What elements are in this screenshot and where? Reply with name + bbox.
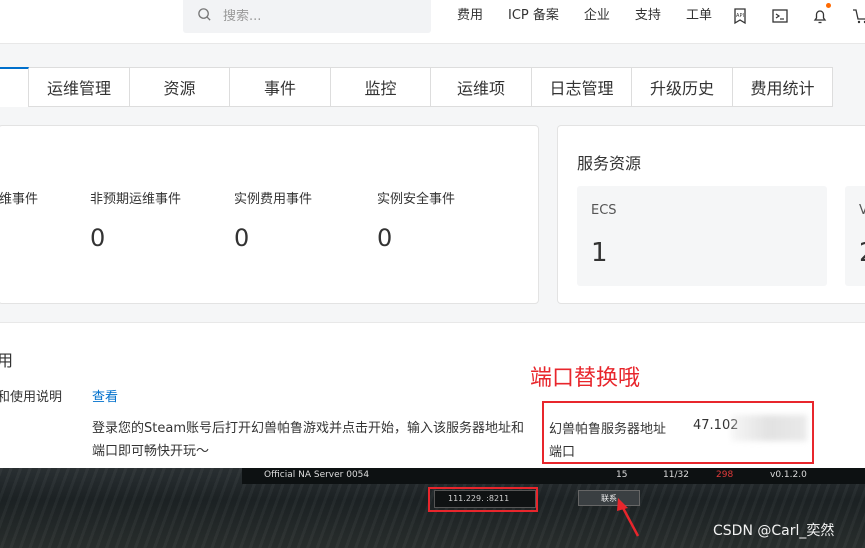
view-link[interactable]: 查看 xyxy=(92,386,118,405)
event-label-ops: 维事件 xyxy=(0,192,39,207)
tab-upgrade-history[interactable]: 升级历史 xyxy=(632,67,733,107)
search-input[interactable] xyxy=(223,9,403,24)
server-red-value: 298 xyxy=(716,470,734,480)
event-value-unexpected[interactable]: 0 xyxy=(90,224,105,252)
tab-cost-stats[interactable]: 费用统计 xyxy=(733,67,833,107)
event-label-cost: 实例费用事件 xyxy=(234,192,313,207)
server-address-label: 幻兽帕鲁服务器地址 xyxy=(549,422,667,437)
game-screenshot: Official NA Server 0054 15 11/32 298 v0.… xyxy=(0,468,865,548)
api-icon[interactable]: API xyxy=(730,6,750,26)
event-label-unexpected: 非预期运维事件 xyxy=(90,192,182,207)
ip-highlight-box xyxy=(428,487,538,512)
resource-ecs-label: ECS xyxy=(591,203,617,218)
bell-icon[interactable] xyxy=(810,3,831,26)
usage-row-label: 和使用说明 xyxy=(0,390,63,405)
redacted-blur xyxy=(731,415,807,441)
nav-support[interactable]: 支持 xyxy=(635,8,661,24)
usage-description: 登录您的Steam账号后打开幻兽帕鲁游戏并点击开始，输入该服务器地址和端口即可畅… xyxy=(92,421,524,459)
server-ping: 15 xyxy=(616,470,628,480)
resource-ecs-box[interactable]: ECS 1 xyxy=(577,186,827,286)
event-value-cost[interactable]: 0 xyxy=(234,224,249,252)
tab-ops-items[interactable]: 运维项 xyxy=(431,67,532,107)
tab-monitoring[interactable]: 监控 xyxy=(331,67,431,107)
tab-bar: 运维管理 资源 事件 监控 运维项 日志管理 升级历史 费用统计 xyxy=(0,67,833,107)
tab-ops-management[interactable]: 运维管理 xyxy=(29,67,130,107)
tab-resources[interactable]: 资源 xyxy=(130,67,230,107)
resource-second-value: 2 xyxy=(859,238,865,268)
tab-log-management[interactable]: 日志管理 xyxy=(532,67,632,107)
watermark: CSDN @Carl_奕然 xyxy=(713,523,835,539)
server-list-row[interactable]: Official NA Server 0054 15 11/32 298 v0.… xyxy=(242,468,865,484)
arrow-icon xyxy=(617,498,640,537)
annotation-text: 端口替换哦 xyxy=(530,366,641,391)
service-resources-card: 服务资源 ECS 1 V 2 xyxy=(557,125,865,304)
top-nav: 费用 ICP 备案 企业 支持 工单 xyxy=(457,8,737,24)
usage-panel: 用 和使用说明 查看 ] 登录您的Steam账号后打开幻兽帕鲁游戏并点击开始，输… xyxy=(0,322,865,468)
events-card: 维事件 非预期运维事件 0 实例费用事件 0 实例安全事件 0 xyxy=(0,125,539,304)
search-icon xyxy=(197,7,212,26)
nav-fees[interactable]: 费用 xyxy=(457,8,483,24)
tab-events[interactable]: 事件 xyxy=(230,67,331,107)
search-box[interactable] xyxy=(183,0,431,33)
server-version: v0.1.2.0 xyxy=(770,470,807,480)
tab-active-indicator[interactable] xyxy=(0,67,29,107)
resources-title: 服务资源 xyxy=(577,154,642,173)
cart-icon[interactable] xyxy=(850,6,865,26)
resource-second-label: V xyxy=(859,203,865,218)
resource-ecs-value: 1 xyxy=(591,238,608,268)
event-value-security[interactable]: 0 xyxy=(377,224,392,252)
notification-dot xyxy=(826,3,831,8)
port-label: 端口 xyxy=(549,445,576,460)
resource-second-box[interactable]: V 2 xyxy=(845,186,865,286)
server-name: Official NA Server 0054 xyxy=(264,470,370,480)
usage-title: 用 xyxy=(0,351,14,370)
top-bar: 费用 ICP 备案 企业 支持 工单 API xyxy=(0,0,865,44)
top-icons: API xyxy=(730,3,865,26)
terminal-icon[interactable] xyxy=(770,6,790,26)
nav-icp[interactable]: ICP 备案 xyxy=(508,8,559,24)
svg-text:API: API xyxy=(736,13,744,19)
server-players: 11/32 xyxy=(663,470,689,480)
nav-enterprise[interactable]: 企业 xyxy=(584,8,610,24)
event-label-security: 实例安全事件 xyxy=(377,192,456,207)
nav-ticket[interactable]: 工单 xyxy=(686,8,712,24)
